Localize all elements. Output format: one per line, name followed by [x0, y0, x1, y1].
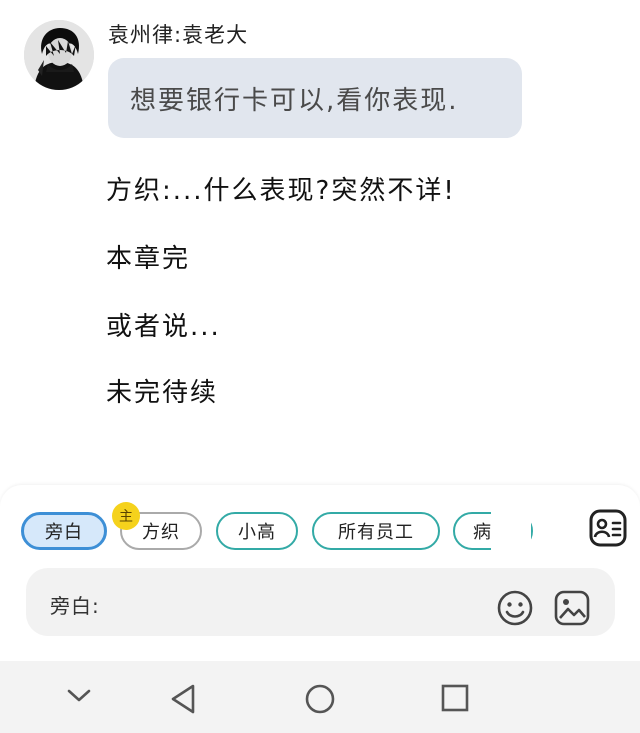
back-triangle-icon[interactable]: [168, 683, 198, 719]
system-navigation-bar: [0, 661, 640, 733]
input-speaker-label: 旁白:: [50, 594, 100, 618]
message-text: 想要银行卡可以,看你表现.: [130, 85, 459, 116]
character-chip-xiaogao[interactable]: 小高: [216, 512, 298, 550]
message-bubble[interactable]: 想要银行卡可以,看你表现.: [108, 58, 522, 138]
character-chip-narrator[interactable]: 旁白: [21, 512, 107, 550]
image-icon[interactable]: [553, 589, 591, 627]
chip-label: 所有员工: [338, 522, 414, 543]
sender-name: 袁州律:袁老大: [108, 23, 249, 47]
narration-line[interactable]: 方织:...什么表现?突然不详!: [106, 170, 456, 207]
character-chip-all-staff[interactable]: 所有员工: [312, 512, 440, 550]
recent-square-icon[interactable]: [440, 683, 470, 717]
chevron-down-icon[interactable]: [64, 683, 94, 711]
narration-line[interactable]: 或者说...: [106, 306, 221, 343]
emoji-icon[interactable]: [496, 589, 534, 627]
chips-overflow-mask: [491, 505, 531, 557]
chip-label: 旁白: [45, 522, 83, 543]
avatar[interactable]: [24, 20, 94, 90]
chip-label: 小高: [238, 522, 276, 543]
chip-label: 病: [473, 522, 492, 543]
chat-area: 袁州律:袁老大 想要银行卡可以,看你表现. 方织:...什么表现?突然不详! 本…: [0, 0, 640, 485]
main-character-badge: 主: [112, 502, 140, 530]
narration-line[interactable]: 本章完: [106, 238, 190, 275]
contact-card-icon[interactable]: [588, 508, 628, 548]
home-circle-icon[interactable]: [304, 683, 336, 719]
chip-label: 方织: [142, 522, 180, 543]
narration-line[interactable]: 未完待续: [106, 372, 218, 409]
